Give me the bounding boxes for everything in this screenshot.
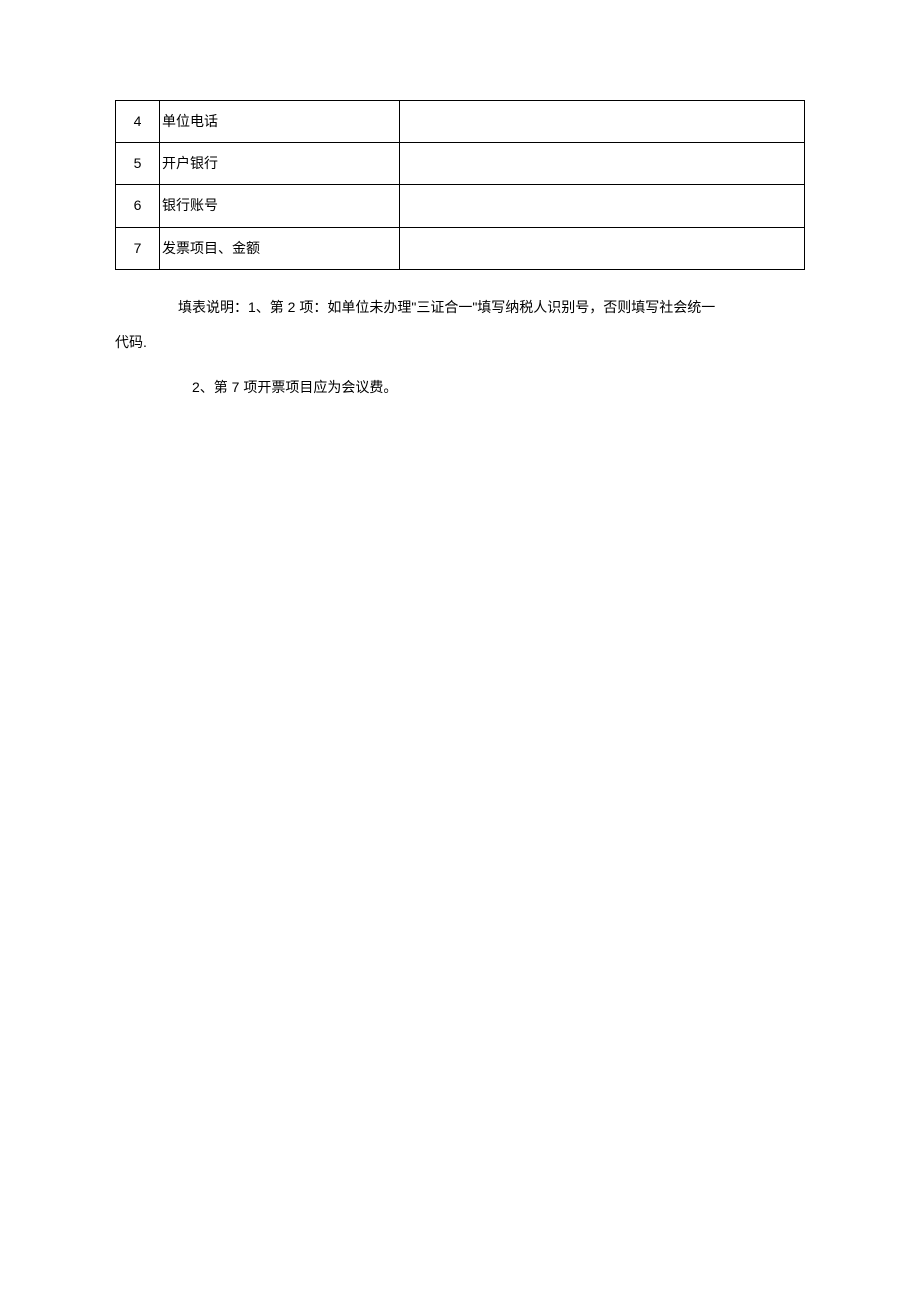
table-row: 4 单位电话: [116, 101, 805, 143]
row-label: 单位电话: [160, 101, 400, 143]
note-line: 2、第 7 项开票项目应为会议费。: [115, 370, 805, 405]
document-page: 4 单位电话 5 开户银行 6 银行账号 7 发票项目、金额 填表说明：1、第 …: [0, 0, 920, 405]
row-value: [400, 101, 805, 143]
table-row: 5 开户银行: [116, 143, 805, 185]
note-line: 填表说明：1、第 2 项：如单位未办理"三证合一"填写纳税人识别号，否则填写社会…: [115, 290, 805, 325]
row-label: 银行账号: [160, 185, 400, 227]
row-value: [400, 227, 805, 269]
row-value: [400, 143, 805, 185]
row-number: 4: [116, 101, 160, 143]
form-table: 4 单位电话 5 开户银行 6 银行账号 7 发票项目、金额: [115, 100, 805, 270]
row-label: 发票项目、金额: [160, 227, 400, 269]
note-line: 代码.: [115, 325, 805, 360]
notes-section: 填表说明：1、第 2 项：如单位未办理"三证合一"填写纳税人识别号，否则填写社会…: [115, 290, 805, 405]
table-row: 7 发票项目、金额: [116, 227, 805, 269]
row-number: 5: [116, 143, 160, 185]
table-row: 6 银行账号: [116, 185, 805, 227]
row-number: 6: [116, 185, 160, 227]
row-label: 开户银行: [160, 143, 400, 185]
row-number: 7: [116, 227, 160, 269]
row-value: [400, 185, 805, 227]
